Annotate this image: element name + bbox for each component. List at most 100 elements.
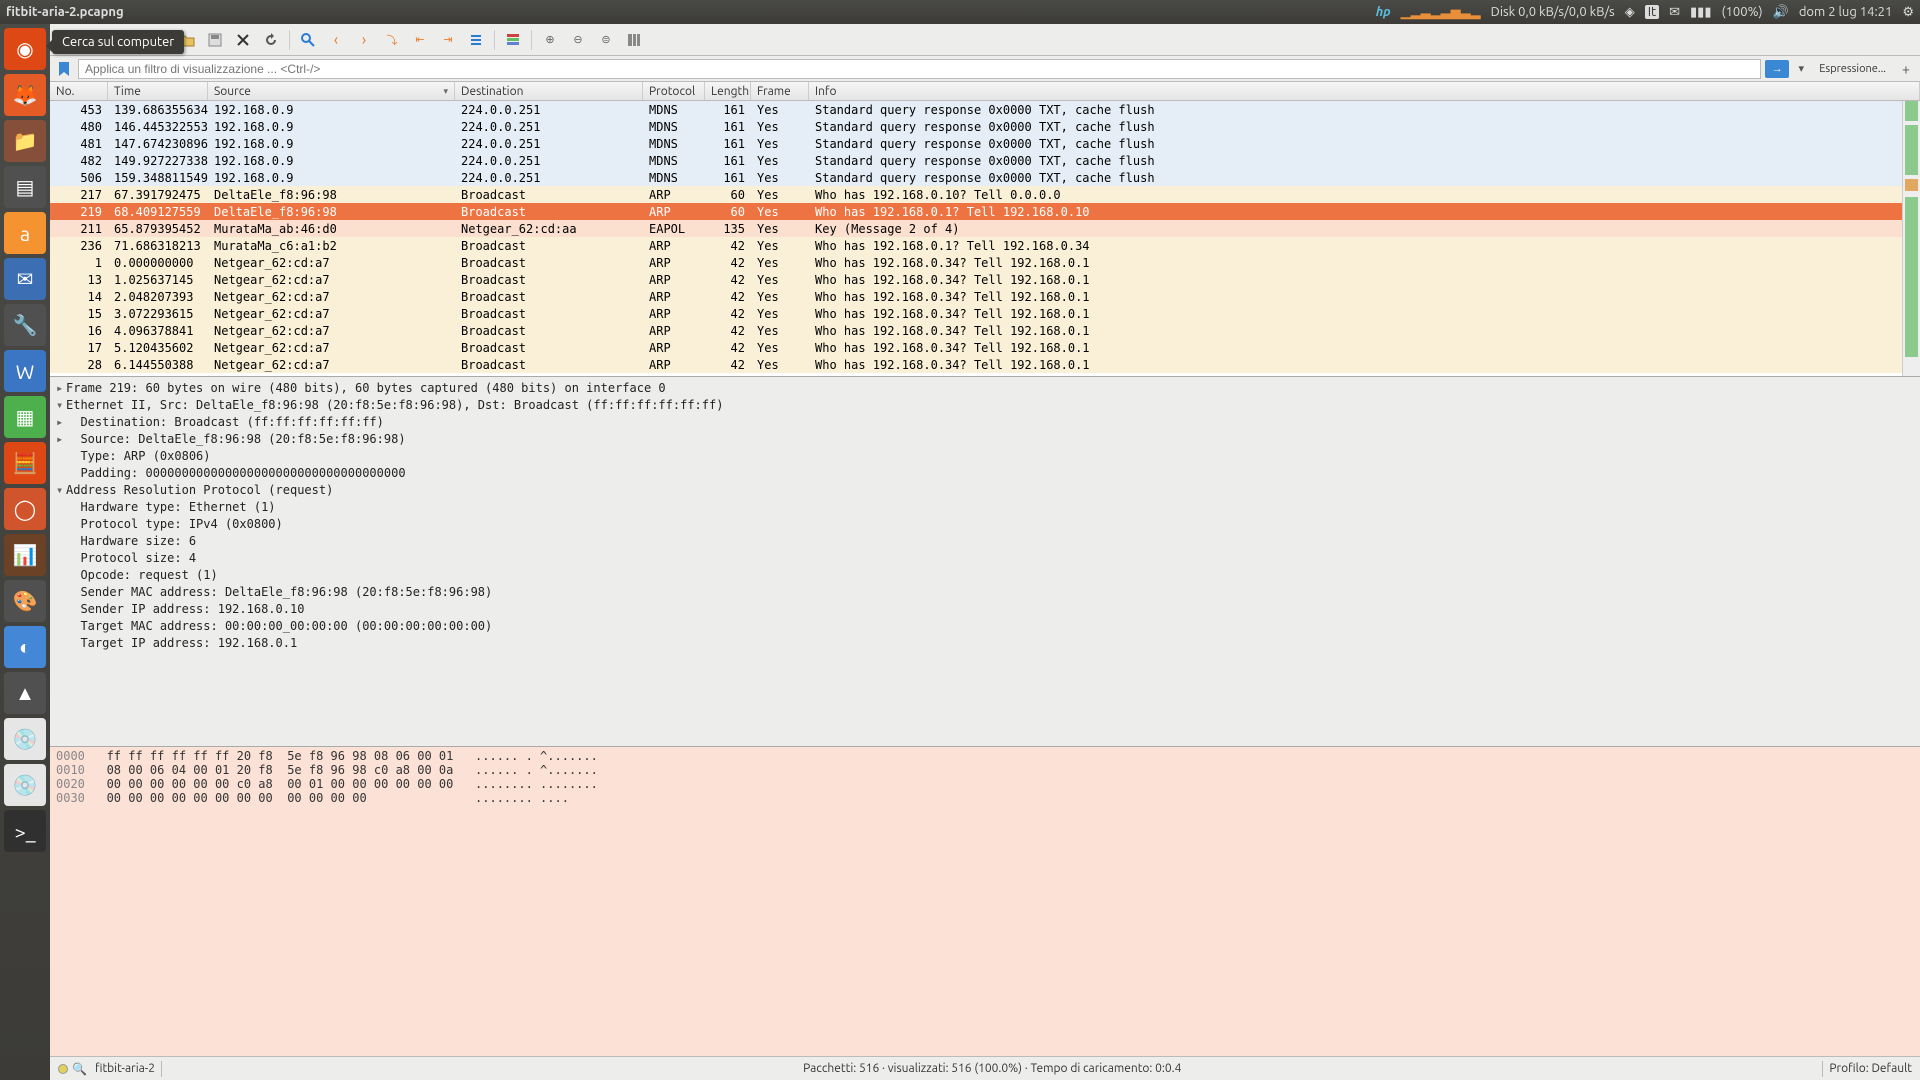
wifi-icon[interactable]: ◈ — [1625, 5, 1635, 20]
launcher-tile-0[interactable]: ◉ — [4, 28, 46, 70]
disk-graph-icon[interactable]: ▁▂▃▂▃▅▃▂ — [1401, 5, 1481, 20]
detail-line[interactable]: Hardware size: 6 — [50, 532, 1920, 549]
hex-line[interactable]: 0020 00 00 00 00 00 00 c0 a8 00 01 00 00… — [56, 777, 1914, 791]
launcher-tile-4[interactable]: a — [4, 212, 46, 254]
filter-add-button[interactable]: + — [1896, 61, 1916, 77]
launcher-tile-10[interactable]: ◯ — [4, 488, 46, 530]
packet-row[interactable]: 480146.445322553192.168.0.9224.0.0.251MD… — [50, 118, 1920, 135]
launcher-tile-1[interactable]: 🦊 — [4, 74, 46, 116]
column-length[interactable]: Length — [705, 82, 751, 100]
expert-info-icon[interactable] — [58, 1064, 68, 1074]
launcher-tile-5[interactable]: ✉ — [4, 258, 46, 300]
packet-row[interactable]: 131.025637145Netgear_62:cd:a7BroadcastAR… — [50, 271, 1920, 288]
column-source[interactable]: Source — [208, 82, 455, 100]
zoom-out-button[interactable]: ⊖ — [566, 28, 590, 52]
detail-line[interactable]: Sender IP address: 192.168.0.10 — [50, 600, 1920, 617]
column-no[interactable]: No. — [50, 82, 108, 100]
launcher-tile-13[interactable]: ◐ — [4, 626, 46, 668]
detail-line[interactable]: ▸Frame 219: 60 bytes on wire (480 bits),… — [50, 379, 1920, 396]
packet-list-header: No. Time Source Destination Protocol Len… — [50, 82, 1920, 101]
display-filter-input[interactable] — [78, 59, 1761, 79]
packet-row[interactable]: 482149.927227338192.168.0.9224.0.0.251MD… — [50, 152, 1920, 169]
column-protocol[interactable]: Protocol — [643, 82, 705, 100]
status-search-icon[interactable]: 🔍 — [72, 1062, 87, 1076]
filter-bookmark-icon[interactable] — [54, 59, 74, 79]
launcher-tile-14[interactable]: ▲ — [4, 672, 46, 714]
column-time[interactable]: Time — [108, 82, 208, 100]
column-destination[interactable]: Destination — [455, 82, 643, 100]
packet-row[interactable]: 23671.686318213MurataMa_c6:a1:b2Broadcas… — [50, 237, 1920, 254]
filter-expression-button[interactable]: Espressione... — [1813, 63, 1892, 75]
detail-line[interactable]: Padding: 0000000000000000000000000000000… — [50, 464, 1920, 481]
last-packet-button[interactable]: ⇥ — [436, 28, 460, 52]
hex-line[interactable]: 0000 ff ff ff ff ff ff 20 f8 5e f8 96 98… — [56, 749, 1914, 763]
resize-columns-button[interactable] — [622, 28, 646, 52]
detail-line[interactable]: Protocol size: 4 — [50, 549, 1920, 566]
launcher-tile-9[interactable]: 🧮 — [4, 442, 46, 484]
first-packet-button[interactable]: ⇤ — [408, 28, 432, 52]
launcher-tile-17[interactable]: >_ — [4, 810, 46, 852]
detail-line[interactable]: Target MAC address: 00:00:00_00:00:00 (0… — [50, 617, 1920, 634]
packet-list-pane[interactable]: No. Time Source Destination Protocol Len… — [50, 82, 1920, 376]
hex-line[interactable]: 0010 08 00 06 04 00 01 20 f8 5e f8 96 98… — [56, 763, 1914, 777]
zoom-reset-button[interactable]: ⊜ — [594, 28, 618, 52]
packet-row[interactable]: 10.000000000Netgear_62:cd:a7BroadcastARP… — [50, 254, 1920, 271]
detail-line[interactable]: Hardware type: Ethernet (1) — [50, 498, 1920, 515]
column-info[interactable]: Info — [809, 82, 1920, 100]
find-button[interactable] — [296, 28, 320, 52]
system-menubar: fitbit-aria-2.pcapng hp ▁▂▃▂▃▅▃▂ Disk 0,… — [0, 0, 1920, 24]
prev-packet-button[interactable]: ‹ — [324, 28, 348, 52]
launcher-tile-15[interactable]: 💿 — [4, 718, 46, 760]
packet-row[interactable]: 481147.674230896192.168.0.9224.0.0.251MD… — [50, 135, 1920, 152]
colorize-button[interactable] — [501, 28, 525, 52]
session-icon[interactable]: ⚙ — [1902, 5, 1914, 20]
launcher-tile-16[interactable]: 💿 — [4, 764, 46, 806]
save-file-button[interactable] — [203, 28, 227, 52]
packet-row[interactable]: 153.072293615Netgear_62:cd:a7BroadcastAR… — [50, 305, 1920, 322]
volume-icon[interactable]: 🔊 — [1773, 5, 1789, 20]
detail-line[interactable]: Type: ARP (0x0806) — [50, 447, 1920, 464]
datetime-label[interactable]: dom 2 lug 14:21 — [1799, 5, 1893, 19]
packet-row[interactable]: 21767.391792475DeltaEle_f8:96:98Broadcas… — [50, 186, 1920, 203]
packet-scrollbar[interactable] — [1902, 101, 1920, 376]
launcher-tile-3[interactable]: ▤ — [4, 166, 46, 208]
reload-button[interactable] — [259, 28, 283, 52]
packet-row[interactable]: 453139.686355634192.168.0.9224.0.0.251MD… — [50, 101, 1920, 118]
packet-row[interactable]: 175.120435602Netgear_62:cd:a7BroadcastAR… — [50, 339, 1920, 356]
detail-line[interactable]: ▾Ethernet II, Src: DeltaEle_f8:96:98 (20… — [50, 396, 1920, 413]
packet-row[interactable]: 21968.409127559DeltaEle_f8:96:98Broadcas… — [50, 203, 1920, 220]
packet-row[interactable]: 506159.348811549192.168.0.9224.0.0.251MD… — [50, 169, 1920, 186]
detail-line[interactable]: Target IP address: 192.168.0.1 — [50, 634, 1920, 651]
detail-line[interactable]: Protocol type: IPv4 (0x0800) — [50, 515, 1920, 532]
goto-packet-button[interactable]: ⤵ — [380, 28, 404, 52]
packet-row[interactable]: 21165.879395452MurataMa_ab:46:d0Netgear_… — [50, 220, 1920, 237]
battery-icon[interactable]: ▮▮▮ — [1690, 5, 1711, 20]
packet-row[interactable]: 286.144550388Netgear_62:cd:a7BroadcastAR… — [50, 356, 1920, 373]
packet-row[interactable]: 164.096378841Netgear_62:cd:a7BroadcastAR… — [50, 322, 1920, 339]
autoscroll-button[interactable] — [464, 28, 488, 52]
filter-apply-button[interactable]: → — [1765, 60, 1789, 78]
launcher-tile-8[interactable]: ▦ — [4, 396, 46, 438]
close-file-button[interactable] — [231, 28, 255, 52]
column-frame[interactable]: Frame — [751, 82, 809, 100]
launcher-tile-2[interactable]: 📁 — [4, 120, 46, 162]
launcher-tile-6[interactable]: 🔧 — [4, 304, 46, 346]
detail-line[interactable]: ▾Address Resolution Protocol (request) — [50, 481, 1920, 498]
keyboard-indicator[interactable]: It — [1645, 5, 1659, 19]
detail-line[interactable]: Opcode: request (1) — [50, 566, 1920, 583]
next-packet-button[interactable]: › — [352, 28, 376, 52]
detail-line[interactable]: ▸ Destination: Broadcast (ff:ff:ff:ff:ff… — [50, 413, 1920, 430]
packet-row[interactable]: 142.048207393Netgear_62:cd:a7BroadcastAR… — [50, 288, 1920, 305]
detail-line[interactable]: ▸ Source: DeltaEle_f8:96:98 (20:f8:5e:f8… — [50, 430, 1920, 447]
hex-line[interactable]: 0030 00 00 00 00 00 00 00 00 00 00 00 00… — [56, 791, 1914, 805]
filter-dropdown-icon[interactable]: ▾ — [1793, 62, 1809, 75]
launcher-tile-11[interactable]: 📊 — [4, 534, 46, 576]
zoom-in-button[interactable]: ⊕ — [538, 28, 562, 52]
launcher-tile-12[interactable]: 🎨 — [4, 580, 46, 622]
detail-line[interactable]: Sender MAC address: DeltaEle_f8:96:98 (2… — [50, 583, 1920, 600]
mail-icon[interactable]: ✉ — [1669, 5, 1680, 20]
packet-details-pane[interactable]: ▸Frame 219: 60 bytes on wire (480 bits),… — [50, 376, 1920, 746]
launcher-tile-7[interactable]: W — [4, 350, 46, 392]
packet-bytes-pane[interactable]: 0000 ff ff ff ff ff ff 20 f8 5e f8 96 98… — [50, 746, 1920, 1056]
status-profile-label[interactable]: Profilo: Default — [1829, 1062, 1912, 1075]
